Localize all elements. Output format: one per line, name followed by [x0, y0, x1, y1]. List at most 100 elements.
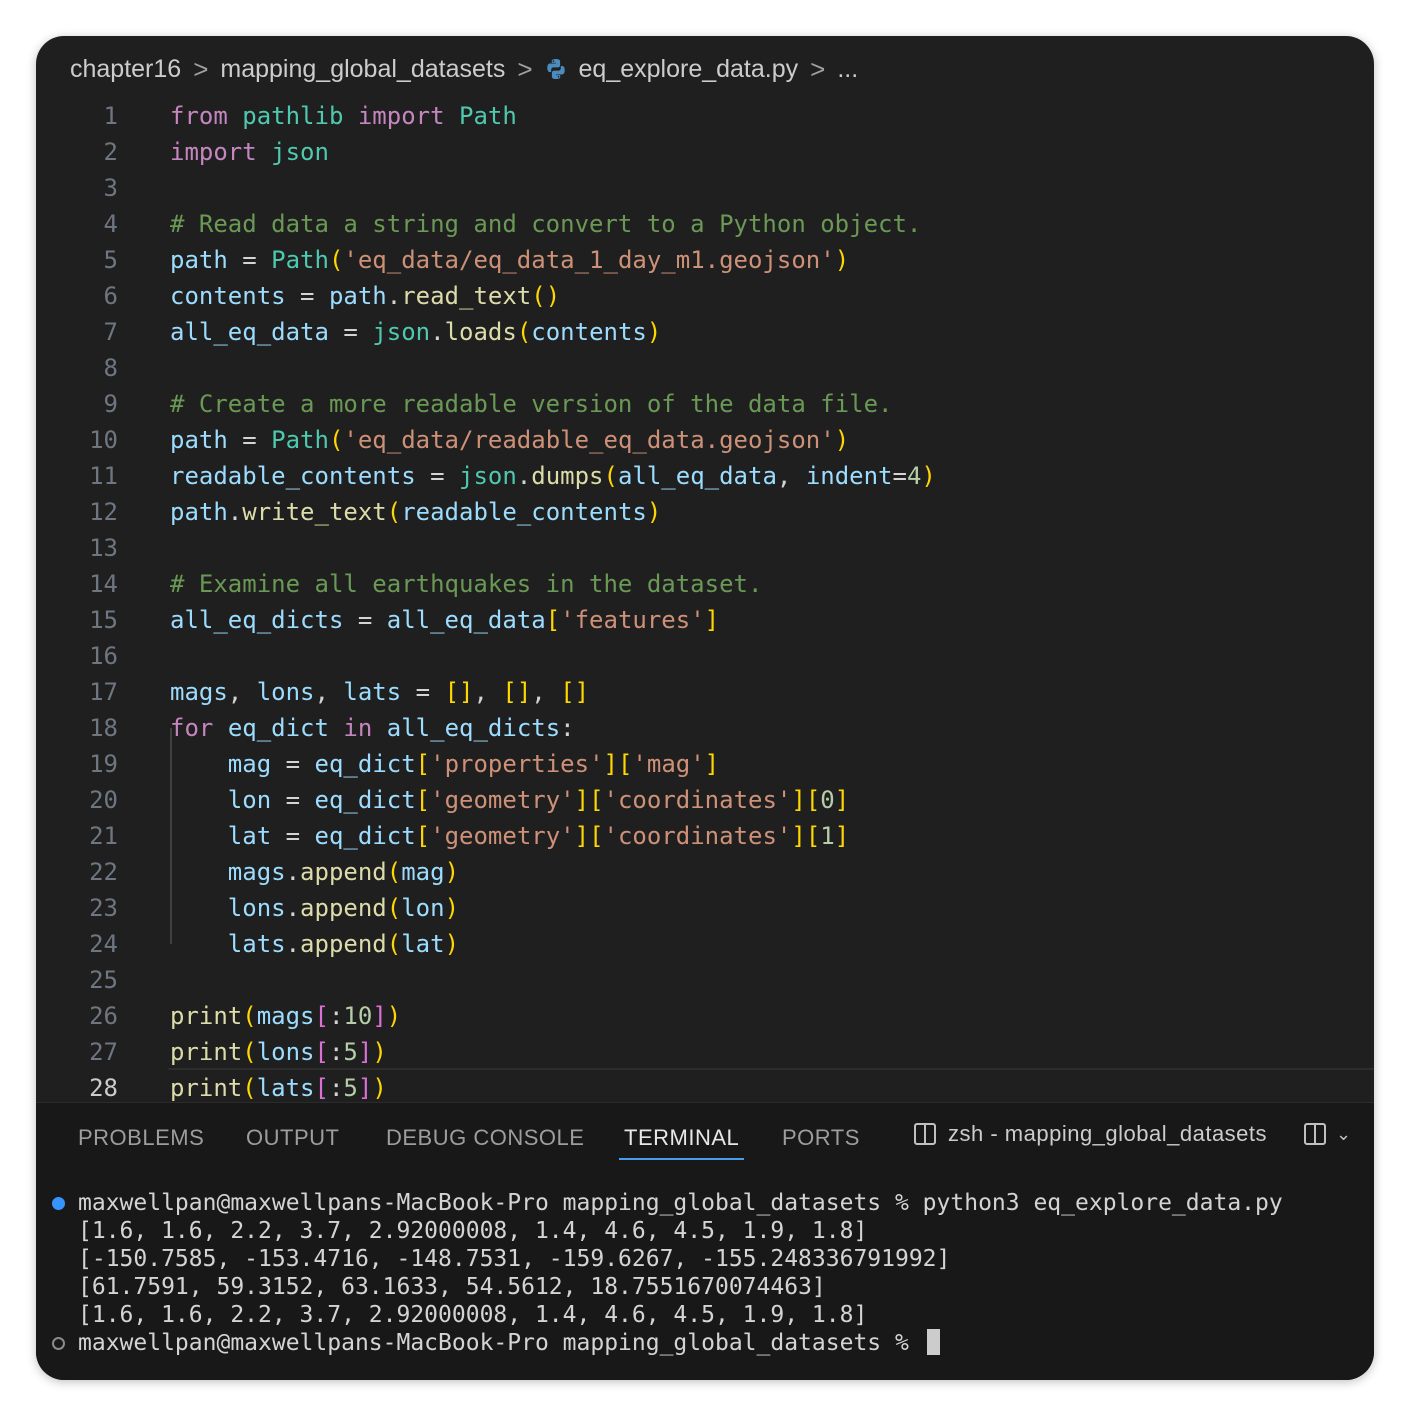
code-text: lon = eq_dict['geometry']['coordinates']…	[170, 782, 849, 818]
code-token: lats	[343, 678, 402, 706]
code-token: [	[314, 1002, 329, 1030]
code-line[interactable]: 4 # Read data a string and convert to a P…	[36, 206, 1374, 242]
code-token: write_text	[242, 498, 387, 526]
terminal-selector[interactable]: zsh - mapping_global_datasets	[914, 1121, 1267, 1147]
code-editor[interactable]: 1 from pathlib import Path 2 import json 3 4 #…	[36, 98, 1374, 1102]
python-file-icon	[546, 59, 565, 79]
code-line[interactable]: 10 path = Path('eq_data/readable_eq_data.…	[36, 422, 1374, 458]
code-line[interactable]: 25	[36, 962, 1374, 998]
tab-ports[interactable]: PORTS	[782, 1125, 860, 1151]
code-line[interactable]: 2 import json	[36, 134, 1374, 170]
terminal-line: [1.6, 1.6, 2.2, 3.7, 2.92000008, 1.4, 4.…	[78, 1217, 1283, 1245]
code-line[interactable]: 16	[36, 638, 1374, 674]
code-token: .	[430, 318, 445, 346]
code-token: (	[242, 1002, 257, 1030]
code-line[interactable]: 19 mag = eq_dict['properties']['mag']	[36, 746, 1374, 782]
code-line[interactable]: 21 lat = eq_dict['geometry']['coordinate…	[36, 818, 1374, 854]
line-number: 4	[103, 210, 118, 238]
code-line[interactable]: 5 path = Path('eq_data/eq_data_1_day_m1.g…	[36, 242, 1374, 278]
code-line[interactable]: 22 mags.append(mag)	[36, 854, 1374, 890]
code-token: path	[170, 426, 228, 454]
code-token: )	[646, 498, 662, 526]
code-token: import	[357, 102, 445, 130]
code-line[interactable]: 23 lons.append(lon)	[36, 890, 1374, 926]
code-line[interactable]: 24 lats.append(lat)	[36, 926, 1374, 962]
code-line[interactable]: 6 contents = path.read_text()	[36, 278, 1374, 314]
code-token: append	[300, 930, 387, 958]
tab-debug-console[interactable]: DEBUG CONSOLE	[386, 1125, 584, 1151]
line-number: 23	[89, 894, 118, 922]
code-token: lons	[256, 1038, 315, 1066]
terminal-text: maxwellpan@maxwellpans-MacBook-Pro mappi…	[78, 1330, 923, 1356]
code-line[interactable]: 17 mags, lons, lats = [], [], []	[36, 674, 1374, 710]
prompt-dot-icon[interactable]	[52, 1337, 65, 1350]
code-line[interactable]: 7 all_eq_data = json.loads(contents)	[36, 314, 1374, 350]
code-token: eq_dict	[227, 714, 329, 742]
code-token: []	[560, 678, 590, 706]
code-text: # Examine all earthquakes in the dataset…	[170, 566, 762, 602]
breadcrumb-more[interactable]: ...	[837, 55, 858, 84]
terminal-line: [61.7591, 59.3152, 63.1633, 54.5612, 18.…	[78, 1273, 1283, 1301]
code-token: mags	[227, 858, 286, 886]
code-token: :	[560, 714, 575, 742]
code-line[interactable]: 26 print(mags[:10])	[36, 998, 1374, 1034]
code-token: .	[285, 894, 301, 922]
breadcrumb-separator: >	[517, 53, 533, 84]
code-line[interactable]: 20 lon = eq_dict['geometry']['coordinate…	[36, 782, 1374, 818]
tab-problems[interactable]: PROBLEMS	[78, 1125, 204, 1151]
terminal-name: zsh - mapping_global_datasets	[948, 1121, 1268, 1146]
code-token: readable_contents	[401, 498, 647, 526]
code-line[interactable]: 27 print(lons[:5])	[36, 1034, 1374, 1070]
code-token: ]	[834, 786, 850, 814]
split-terminal-icon[interactable]	[1304, 1123, 1326, 1145]
code-token: []	[502, 678, 532, 706]
code-token: ][	[574, 786, 604, 814]
line-number: 21	[89, 822, 118, 850]
code-line[interactable]: 12 path.write_text(readable_contents)	[36, 494, 1374, 530]
breadcrumb-folder-mapping[interactable]: mapping_global_datasets	[220, 55, 505, 84]
code-token: []	[444, 678, 474, 706]
command-status-dot-icon[interactable]	[52, 1197, 65, 1210]
breadcrumb-file[interactable]: eq_explore_data.py	[579, 55, 799, 84]
code-token: lat	[401, 930, 445, 958]
code-line[interactable]: 8	[36, 350, 1374, 386]
line-number: 2	[103, 138, 118, 166]
code-line[interactable]: 28 print(lats[:5])	[36, 1068, 1374, 1102]
code-token: )	[386, 1002, 402, 1030]
code-token: loads	[444, 318, 517, 346]
code-line[interactable]: 1 from pathlib import Path	[36, 98, 1374, 134]
code-line[interactable]: 14 # Examine all earthquakes in the datas…	[36, 566, 1374, 602]
code-line[interactable]: 18 for eq_dict in all_eq_dicts:	[36, 710, 1374, 746]
code-line[interactable]: 11 readable_contents = json.dumps(all_eq_…	[36, 458, 1374, 494]
code-token: ,	[776, 462, 806, 490]
code-line[interactable]: 13	[36, 530, 1374, 566]
code-line[interactable]: 3	[36, 170, 1374, 206]
code-token: =	[285, 282, 329, 310]
code-token: # Create a more readable version of the …	[170, 390, 893, 418]
code-token: .	[227, 498, 243, 526]
code-token: from	[170, 102, 228, 130]
terminal-output[interactable]: maxwellpan@maxwellpans-MacBook-Pro mappi…	[52, 1189, 1283, 1357]
code-text: contents = path.read_text()	[170, 278, 560, 314]
code-token: =	[401, 678, 445, 706]
vscode-window: chapter16 > mapping_global_datasets > eq…	[36, 36, 1374, 1380]
code-token: contents	[170, 282, 286, 310]
tab-output[interactable]: OUTPUT	[246, 1125, 339, 1151]
code-text: from pathlib import Path	[170, 98, 517, 134]
breadcrumb-folder-chapter16[interactable]: chapter16	[70, 55, 181, 84]
code-token: =	[328, 318, 373, 346]
line-number: 8	[103, 354, 118, 382]
code-token: lons	[256, 678, 315, 706]
code-line[interactable]: 15 all_eq_dicts = all_eq_data['features']	[36, 602, 1374, 638]
tab-terminal[interactable]: TERMINAL	[618, 1125, 745, 1160]
code-token: .	[285, 858, 301, 886]
chevron-down-icon[interactable]: ⌄	[1336, 1124, 1352, 1145]
code-line[interactable]: 9 # Create a more readable version of the…	[36, 386, 1374, 422]
code-token: ]	[704, 750, 720, 778]
